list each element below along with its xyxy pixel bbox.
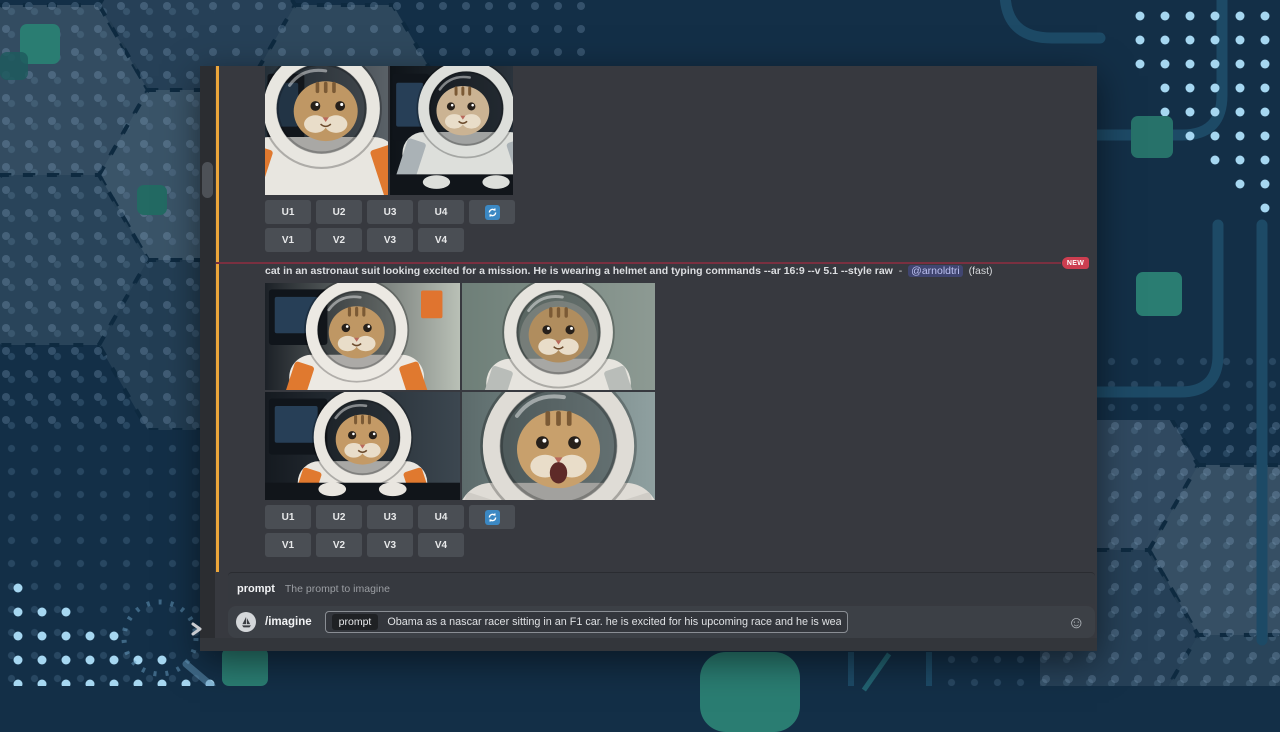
discord-chat-window: U1 U2 U3 U4 V1 V2 V3 V4 NEW cat in an as… bbox=[200, 66, 1097, 651]
reroll-button[interactable] bbox=[469, 200, 515, 224]
unread-accent-bar bbox=[216, 66, 219, 572]
sailboat-icon bbox=[240, 616, 253, 629]
teal-square bbox=[1131, 116, 1173, 158]
sidebar-edge bbox=[200, 66, 215, 651]
refresh-icon bbox=[485, 510, 500, 525]
teal-square bbox=[1136, 272, 1182, 316]
upscale-u4-button[interactable]: U4 bbox=[418, 200, 464, 224]
bg-line bbox=[848, 652, 854, 686]
scrollbar-thumb[interactable] bbox=[202, 162, 213, 198]
midjourney-image-grid-previous bbox=[265, 66, 515, 195]
upscale-u4-button[interactable]: U4 bbox=[418, 505, 464, 529]
generated-image[interactable] bbox=[390, 66, 513, 195]
emoji-picker-icon[interactable]: ☺ bbox=[1068, 614, 1085, 631]
prompt-input[interactable]: prompt Obama as a nascar racer sitting i… bbox=[325, 611, 848, 633]
prompt-text: cat in an astronaut suit looking excited… bbox=[265, 265, 893, 277]
option-description: The prompt to imagine bbox=[285, 583, 390, 595]
variation-v1-button[interactable]: V1 bbox=[265, 533, 311, 557]
slash-command-popup[interactable]: prompt The prompt to imagine bbox=[228, 572, 1095, 604]
variation-button-row: V1 V2 V3 V4 bbox=[265, 228, 464, 252]
upscale-button-row: U1 U2 U3 U4 bbox=[265, 505, 515, 529]
variation-v2-button[interactable]: V2 bbox=[316, 228, 362, 252]
generated-image-2[interactable] bbox=[462, 283, 655, 390]
teal-blob bbox=[700, 652, 800, 732]
upscale-u2-button[interactable]: U2 bbox=[316, 505, 362, 529]
reroll-button[interactable] bbox=[469, 505, 515, 529]
refresh-icon bbox=[485, 205, 500, 220]
variation-v3-button[interactable]: V3 bbox=[367, 228, 413, 252]
upscale-button-row: U1 U2 U3 U4 bbox=[265, 200, 515, 224]
variation-v4-button[interactable]: V4 bbox=[418, 533, 464, 557]
generated-image-1[interactable] bbox=[265, 283, 460, 390]
new-messages-divider bbox=[216, 262, 1061, 264]
upscale-u1-button[interactable]: U1 bbox=[265, 505, 311, 529]
midjourney-bot-avatar bbox=[236, 612, 256, 632]
teal-square bbox=[0, 52, 28, 80]
user-mention[interactable]: @arnoldtri bbox=[908, 265, 963, 277]
variation-button-row: V1 V2 V3 V4 bbox=[265, 533, 464, 557]
teal-square bbox=[137, 185, 167, 215]
prompt-input-value: Obama as a nascar racer sitting in an F1… bbox=[387, 616, 840, 628]
imagine-command: /imagine bbox=[265, 616, 312, 628]
window-bottom-strip bbox=[200, 638, 1097, 651]
upscale-u3-button[interactable]: U3 bbox=[367, 200, 413, 224]
prompt-option-label: prompt bbox=[332, 614, 379, 630]
message-text: cat in an astronaut suit looking excited… bbox=[265, 265, 1085, 277]
midjourney-image-grid bbox=[265, 283, 655, 500]
variation-v1-button[interactable]: V1 bbox=[265, 228, 311, 252]
upscale-u3-button[interactable]: U3 bbox=[367, 505, 413, 529]
generated-image[interactable] bbox=[265, 66, 388, 195]
separator: - bbox=[899, 265, 903, 277]
variation-v2-button[interactable]: V2 bbox=[316, 533, 362, 557]
bg-line bbox=[926, 652, 932, 686]
teal-square bbox=[222, 648, 268, 686]
chat-input-bar[interactable]: /imagine prompt Obama as a nascar racer … bbox=[228, 606, 1095, 638]
variation-v3-button[interactable]: V3 bbox=[367, 533, 413, 557]
upscale-u1-button[interactable]: U1 bbox=[265, 200, 311, 224]
generated-image-4[interactable] bbox=[462, 392, 655, 500]
upscale-u2-button[interactable]: U2 bbox=[316, 200, 362, 224]
variation-v4-button[interactable]: V4 bbox=[418, 228, 464, 252]
generated-image-3[interactable] bbox=[265, 392, 460, 500]
generation-mode-label: (fast) bbox=[969, 265, 993, 277]
chevron-right-icon[interactable] bbox=[190, 621, 204, 637]
option-name: prompt bbox=[237, 583, 275, 595]
